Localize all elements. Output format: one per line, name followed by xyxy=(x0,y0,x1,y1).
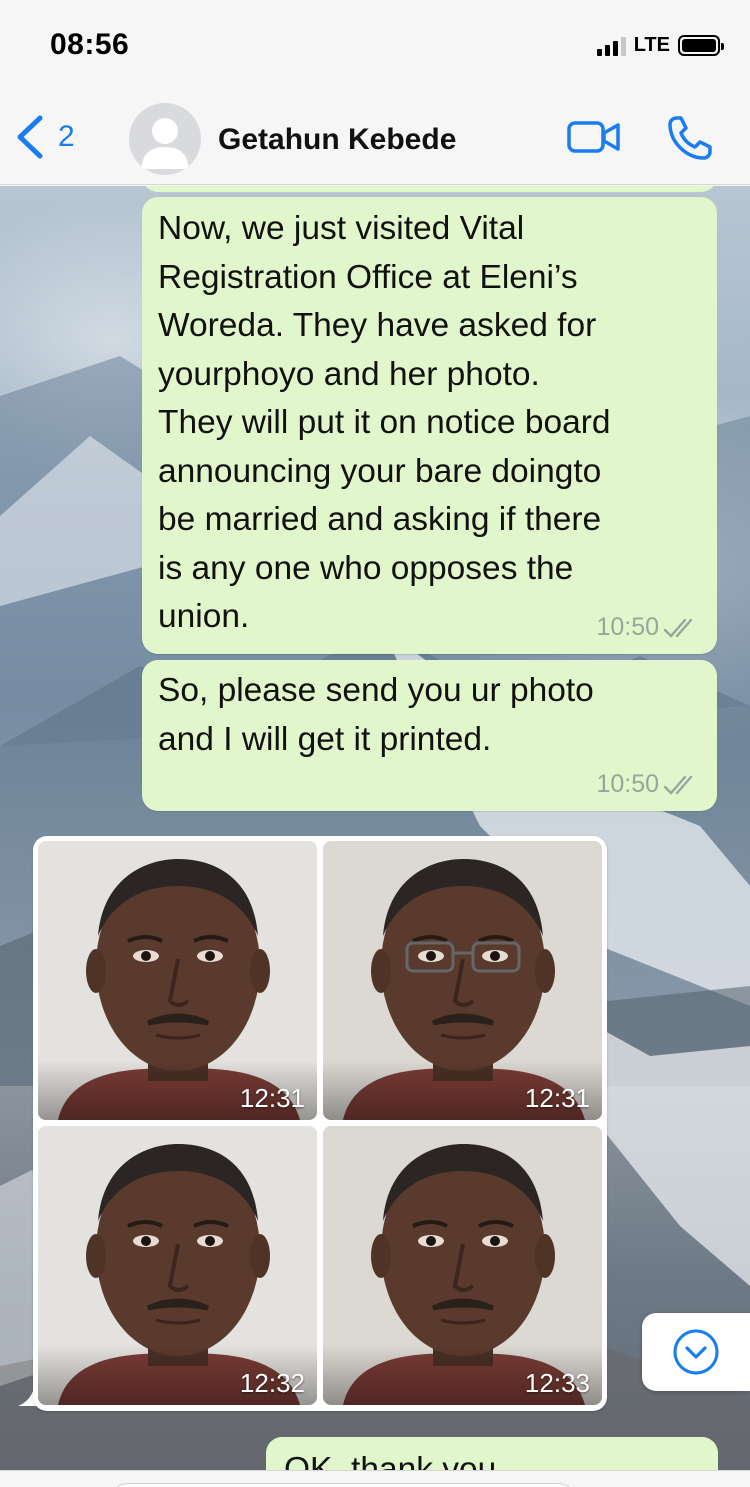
network-label: LTE xyxy=(633,34,670,56)
photo-album-bubble[interactable]: 12:31 12:31 12:32 12:33 xyxy=(33,836,607,1411)
signal-icon xyxy=(596,36,626,56)
double-check-icon xyxy=(663,618,693,638)
phone-icon xyxy=(668,116,712,160)
status-indicators: LTE xyxy=(596,34,724,57)
photo-time: 12:31 xyxy=(524,1083,590,1113)
message-bubble-partial[interactable]: OK, thank you xyxy=(266,1437,718,1470)
message-meta: 10:50 xyxy=(596,770,701,799)
video-camera-icon xyxy=(567,121,620,153)
message-input[interactable] xyxy=(108,1483,578,1487)
photo-time: 12:32 xyxy=(239,1368,305,1398)
input-bar xyxy=(0,1470,750,1487)
message-text: OK, thank you xyxy=(284,1451,497,1470)
message-text: So, please send you ur photo and I will … xyxy=(158,672,594,758)
previous-message-bubble xyxy=(142,186,717,192)
photo-time: 12:31 xyxy=(239,1083,305,1113)
message-bubble[interactable]: Now, we just visited Vital Registration … xyxy=(142,197,717,654)
chat-header: 2 Getahun Kebede xyxy=(0,90,750,185)
photo-thumbnail[interactable]: 12:31 xyxy=(323,841,602,1120)
contact-name[interactable]: Getahun Kebede xyxy=(218,123,456,157)
chevron-down-circle-icon xyxy=(673,1329,719,1375)
message-meta: 10:50 xyxy=(596,613,701,642)
video-call-button[interactable] xyxy=(566,118,622,163)
chat-area[interactable]: Now, we just visited Vital Registration … xyxy=(0,186,750,1470)
battery-icon xyxy=(678,35,724,56)
avatar[interactable] xyxy=(129,103,201,175)
chevron-left-icon xyxy=(17,115,43,159)
photo-thumbnail[interactable]: 12:31 xyxy=(38,841,317,1120)
double-check-icon xyxy=(663,775,693,795)
unread-count: 2 xyxy=(58,120,75,153)
voice-call-button[interactable] xyxy=(666,114,714,167)
message-text: Now, we just visited Vital Registration … xyxy=(158,210,611,635)
photo-thumbnail[interactable]: 12:33 xyxy=(323,1126,602,1405)
scroll-to-bottom-button[interactable] xyxy=(642,1313,750,1391)
avatar-placeholder-icon xyxy=(141,118,189,169)
status-bar: 08:56 LTE xyxy=(0,0,750,90)
message-time: 10:50 xyxy=(596,613,659,641)
photo-thumbnail[interactable]: 12:32 xyxy=(38,1126,317,1405)
photo-grid: 12:31 12:31 12:32 12:33 xyxy=(38,841,602,1405)
photo-time: 12:33 xyxy=(524,1368,590,1398)
status-time: 08:56 xyxy=(50,28,130,61)
back-button[interactable]: 2 xyxy=(14,112,75,162)
message-bubble[interactable]: So, please send you ur photo and I will … xyxy=(142,660,717,811)
message-time: 10:50 xyxy=(596,770,659,798)
